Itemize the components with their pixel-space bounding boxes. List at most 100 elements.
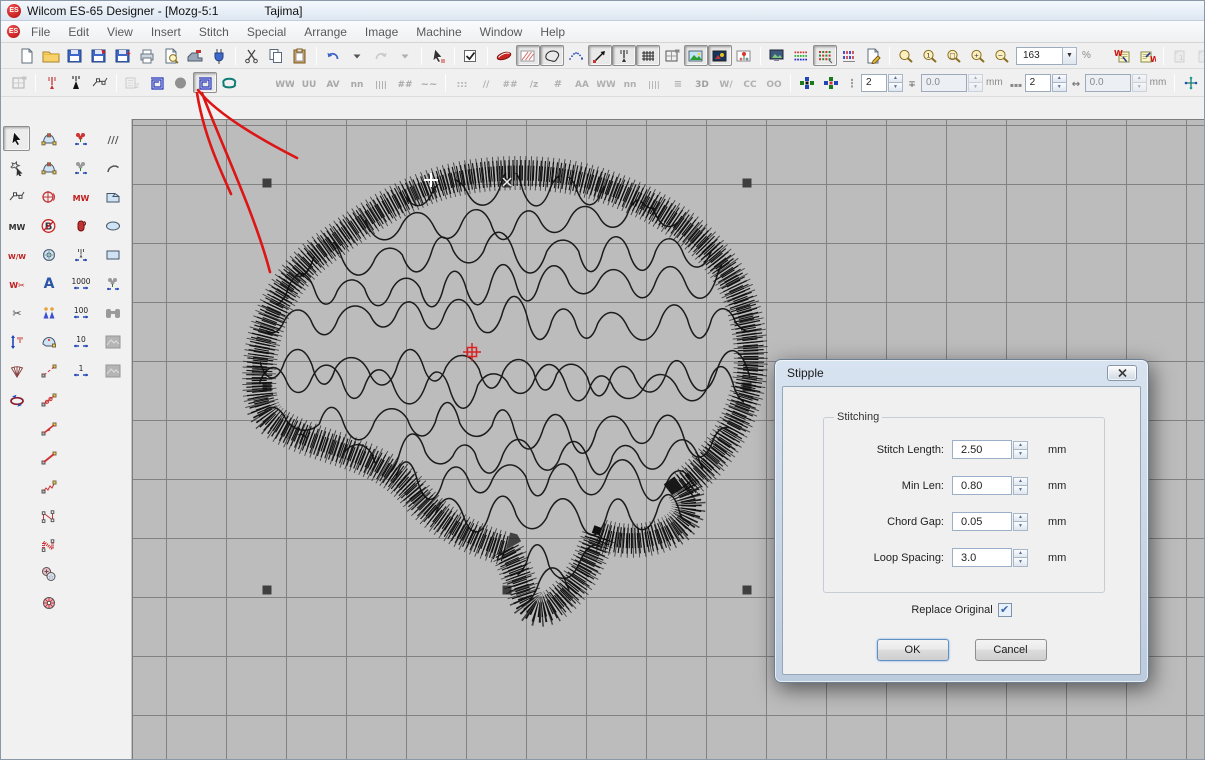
scale-10-button[interactable]: 10 <box>67 329 94 354</box>
wheel-radial-button[interactable] <box>35 590 62 615</box>
align-grid-h-button[interactable] <box>795 72 819 93</box>
flower-gray-button[interactable] <box>99 271 126 296</box>
menu-arrange[interactable]: Arrange <box>295 22 356 42</box>
motif-fill-button[interactable] <box>145 72 169 93</box>
bitmap-view-button[interactable] <box>765 45 789 66</box>
design-properties-button[interactable] <box>861 45 885 66</box>
texture-tool-button[interactable] <box>99 358 126 383</box>
menu-help[interactable]: Help <box>531 22 574 42</box>
spin-up-icon[interactable]: ▲ <box>1052 74 1067 83</box>
redo-list-button[interactable] <box>393 45 417 66</box>
menu-image[interactable]: Image <box>356 22 407 42</box>
zoom-value[interactable]: 163 <box>1016 47 1062 65</box>
stitch-column2-button[interactable]: nn <box>618 72 642 93</box>
selection-handle[interactable] <box>263 586 272 595</box>
view-stitches-button[interactable] <box>492 45 516 66</box>
menu-machine[interactable]: Machine <box>407 22 470 42</box>
insert-flower-button[interactable] <box>67 126 94 151</box>
scale-1000-button[interactable]: 1000 <box>67 271 94 296</box>
needle-position-button[interactable] <box>612 45 636 66</box>
spinner-control[interactable]: ▲▼ <box>968 74 983 92</box>
complex-shape-button[interactable] <box>99 184 126 209</box>
scale-100-button[interactable]: 100 <box>67 300 94 325</box>
zoom-in-button[interactable]: + <box>966 45 990 66</box>
field-1-input[interactable]: 0.80 <box>952 476 1012 495</box>
grid-toggle-button[interactable] <box>636 45 660 66</box>
selection-handle[interactable] <box>743 586 752 595</box>
ok-button[interactable]: OK <box>877 639 949 661</box>
lettering-tool-button[interactable]: A <box>35 271 62 296</box>
cut-run-button[interactable]: W✂ <box>3 271 30 296</box>
selection-handle[interactable] <box>743 179 752 188</box>
outline-n-button[interactable] <box>35 503 62 528</box>
outline-design-button[interactable] <box>217 72 241 93</box>
redo-button[interactable] <box>369 45 393 66</box>
hoop-small-button[interactable] <box>7 72 31 93</box>
layer-offset-button[interactable]: ∓ <box>903 72 921 93</box>
ring-tool-button[interactable] <box>35 242 62 267</box>
spin-down-icon[interactable]: ▼ <box>1013 449 1028 459</box>
machine-connect-button[interactable] <box>207 45 231 66</box>
arc-tool-button[interactable] <box>99 155 126 180</box>
dialog-close-button[interactable] <box>1107 365 1137 381</box>
spin-up-icon[interactable]: ▲ <box>1013 477 1028 486</box>
spin-down-icon[interactable]: ▼ <box>1132 82 1147 92</box>
view-background-button[interactable] <box>732 45 756 66</box>
spin-down-icon[interactable]: ▼ <box>1013 557 1028 567</box>
cap-frame-button[interactable] <box>35 329 62 354</box>
spacing-count-field[interactable]: 2 <box>1025 74 1051 92</box>
print-button[interactable] <box>135 45 159 66</box>
run-stitch-2-button[interactable] <box>35 387 62 412</box>
measure-tool-button[interactable] <box>3 329 30 354</box>
satin-n-button[interactable] <box>35 532 62 557</box>
cancel-button[interactable]: Cancel <box>975 639 1047 661</box>
zoom-1to1-button[interactable]: 1 <box>918 45 942 66</box>
spin-up-icon[interactable]: ▲ <box>1013 549 1028 558</box>
buddy-figures-button[interactable] <box>35 300 62 325</box>
offset-mm-field[interactable]: 0.0 <box>921 74 967 92</box>
pointer-mode-button[interactable] <box>588 45 612 66</box>
select-object-button[interactable] <box>426 45 450 66</box>
stitch-blanket-button[interactable]: nn <box>345 72 369 93</box>
run-stitch-3-button[interactable] <box>35 416 62 441</box>
undo-button[interactable] <box>321 45 345 66</box>
copy-button[interactable] <box>264 45 288 66</box>
stitch-spacing-button[interactable] <box>67 242 94 267</box>
spin-down-icon[interactable]: ▼ <box>1013 521 1028 531</box>
branch-points-1-button[interactable] <box>1179 72 1203 93</box>
design-window-2-button[interactable]: 2 <box>1192 45 1205 66</box>
parallel-tool-button[interactable]: /// <box>99 126 126 151</box>
menu-stitch[interactable]: Stitch <box>190 22 238 42</box>
menu-edit[interactable]: Edit <box>59 22 98 42</box>
chevron-down-icon[interactable]: ▼ <box>1062 47 1077 65</box>
menu-insert[interactable]: Insert <box>142 22 190 42</box>
color-film-button[interactable] <box>813 45 837 66</box>
column-tool-button[interactable] <box>67 213 94 238</box>
menu-special[interactable]: Special <box>238 22 295 42</box>
stitch-lines-button[interactable]: |||| <box>642 72 666 93</box>
spin-down-icon[interactable]: ▼ <box>1052 82 1067 92</box>
spin-up-icon[interactable]: ▲ <box>1132 74 1147 83</box>
design-window-1-button[interactable]: 1 <box>1168 45 1192 66</box>
select-tool-button[interactable] <box>3 126 30 151</box>
align-grid-v-button[interactable] <box>819 72 843 93</box>
save-design-button[interactable] <box>63 45 87 66</box>
spin-up-icon[interactable]: ▲ <box>1013 513 1028 522</box>
fan-tool-button[interactable] <box>3 358 30 383</box>
spin-up-icon[interactable]: ▲ <box>1013 441 1028 450</box>
view-needle-points-button[interactable] <box>564 45 588 66</box>
field-3-input[interactable]: 3.0 <box>952 548 1012 567</box>
dim-picture-button[interactable] <box>708 45 732 66</box>
save-to-machine-button[interactable] <box>87 45 111 66</box>
cut-needle-button[interactable]: ✂ <box>3 300 30 325</box>
print-preview-button[interactable] <box>159 45 183 66</box>
paste-button[interactable] <box>288 45 312 66</box>
thread-chart-button[interactable] <box>837 45 861 66</box>
auto-options-button[interactable] <box>459 45 483 66</box>
selection-handle[interactable] <box>263 179 272 188</box>
stitch-fence-button[interactable]: ## <box>498 72 522 93</box>
scale-1-button[interactable]: 1 <box>67 358 94 383</box>
reshape-dome-button[interactable] <box>35 155 62 180</box>
dialog-title-bar[interactable]: Stipple <box>775 360 1148 386</box>
title-bar[interactable]: ES Wilcom ES-65 Designer - [Mozg-5:1Taji… <box>1 1 1204 21</box>
